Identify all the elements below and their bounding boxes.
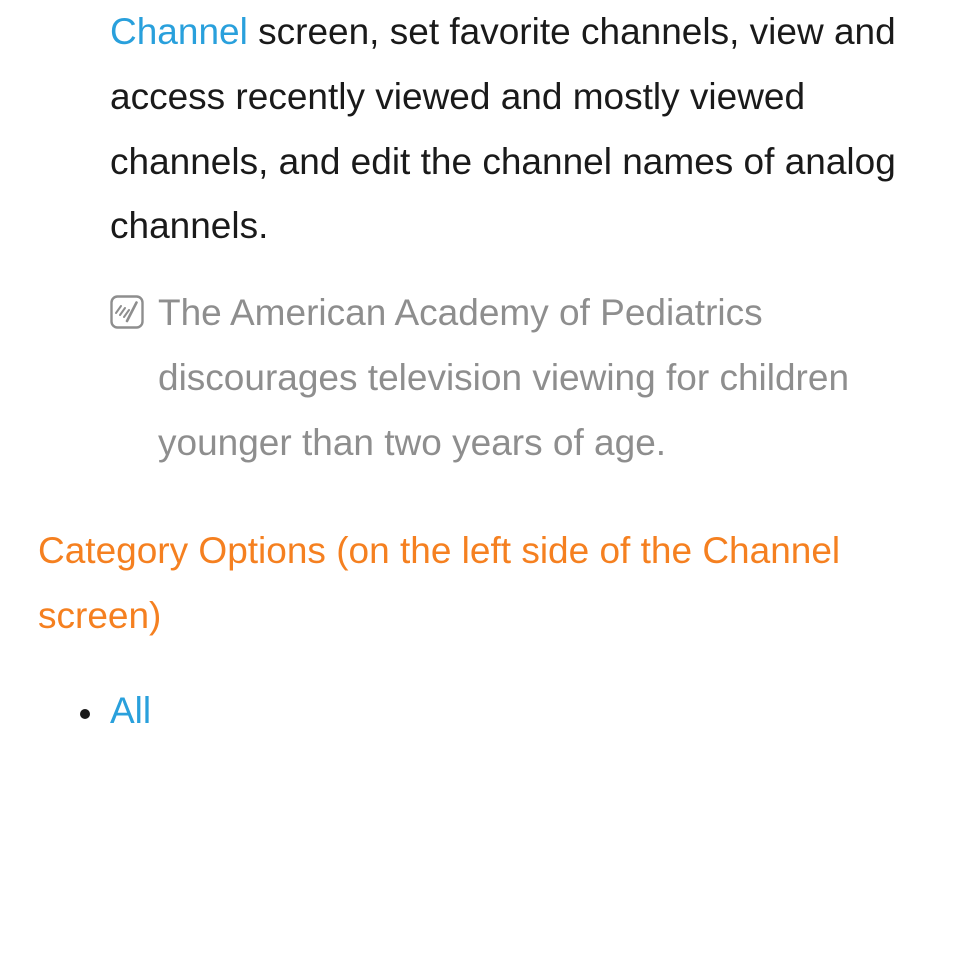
paragraph-1: Channel screen, set favorite channels, v… (0, 0, 954, 259)
note-text: The American Academy of Pediatrics disco… (158, 281, 914, 475)
section-heading: Category Options (on the left side of th… (0, 519, 954, 649)
note-icon (110, 295, 144, 329)
category-list: All (0, 679, 954, 744)
list-item: All (106, 679, 954, 744)
page-content: Channel screen, set favorite channels, v… (0, 0, 954, 774)
channel-link[interactable]: Channel (110, 11, 248, 52)
category-link-all[interactable]: All (110, 690, 151, 731)
note-block: The American Academy of Pediatrics disco… (0, 281, 954, 475)
